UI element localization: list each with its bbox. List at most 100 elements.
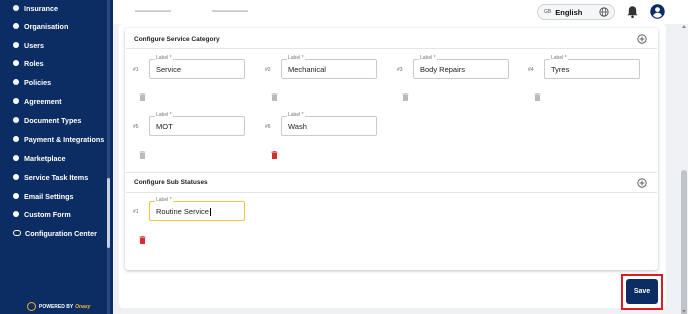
dot-icon [13,155,19,161]
sidebar-item-label: Marketplace [24,153,66,163]
field-label: Label * [155,112,173,118]
delete-category-icon[interactable] [271,151,278,159]
sidebar-item-policies[interactable]: Policies [0,74,107,90]
field-value: Tyres [551,65,570,74]
sidebar-item-email-settings[interactable]: Email Settings [0,188,107,204]
sub-status-label-field[interactable]: Label * Routine Service [149,197,245,221]
sidebar-item-label: Organisation [24,21,69,31]
language-selector[interactable]: GB English [537,4,615,20]
section-divider [126,192,657,193]
sub-status-index: #1 [133,209,139,215]
category-index: #2 [265,67,271,73]
dot-icon [13,136,19,142]
dot-icon [13,211,19,217]
scroll-down-arrow-icon[interactable] [682,310,686,313]
sidebar-item-insurance[interactable]: Insurance [0,0,107,16]
sidebar-item-label: Service Task Items [24,172,89,182]
category-index: #1 [133,67,139,73]
category-index: #5 [133,124,139,130]
globe-icon [599,7,609,17]
field-value: Body Repairs [420,65,466,74]
field-label: Label * [155,55,173,61]
dot-icon [13,98,19,104]
dot-icon [13,60,19,66]
faded-header-right: ▬▬▬▬▬▬ [212,8,248,14]
sidebar-item-payment-integrations[interactable]: Payment & Integrations [0,131,107,147]
sidebar-scrollbar-track[interactable] [107,0,110,314]
sidebar-item-label: Payment & Integrations [24,134,105,144]
category-label-field[interactable]: Label * Body Repairs [413,55,509,79]
sidebar-item-label: Custom Form [24,209,71,219]
delete-category-icon[interactable] [139,93,146,101]
faded-header-left: ▬▬▬▬▬▬ [135,8,171,14]
delete-category-icon[interactable] [271,93,278,101]
sidebar-item-label: Configuration Center [25,228,97,238]
sidebar-scrollbar-thumb[interactable] [107,178,110,248]
field-value: Service [156,65,182,74]
field-value: Wash [288,122,307,131]
sidebar-item-document-types[interactable]: Document Types [0,112,107,128]
sidebar-item-label: Document Types [24,115,82,125]
field-label: Label * [419,55,437,61]
dot-icon [13,174,19,180]
sidebar-item-users[interactable]: Users [0,37,107,53]
sidebar-item-custom-form[interactable]: Custom Form [0,206,107,222]
user-account-icon[interactable] [650,4,665,19]
sidebar-item-roles[interactable]: Roles [0,55,107,71]
sidebar-item-organisation[interactable]: Organisation [0,18,107,34]
main-scrollbar-thumb[interactable] [681,170,687,314]
delete-sub-status-icon[interactable] [139,236,146,244]
field-label: Label * [287,55,305,61]
toggle-icon [13,230,21,236]
field-value: Mechanical [288,65,326,74]
sidebar: Insurance Organisation Users Roles Polic… [0,0,113,314]
category-label-field[interactable]: Label * Tyres [544,55,640,79]
dot-icon [13,42,19,48]
notification-bell-icon[interactable] [626,5,639,19]
sidebar-item-label: Insurance [24,3,58,13]
sidebar-item-service-task-items[interactable]: Service Task Items [0,169,107,185]
sidebar-item-agreement[interactable]: Agreement [0,93,107,109]
main-scrollbar[interactable] [680,24,688,314]
category-index: #3 [397,67,403,73]
category-label-field[interactable]: Label * Service [149,55,245,79]
section-divider [126,48,657,49]
scroll-up-arrow-icon[interactable] [682,25,686,28]
dot-icon [13,5,19,11]
text-cursor [209,208,211,217]
sidebar-item-label: Policies [24,77,52,87]
field-value: MOT [156,122,173,131]
sidebar-item-label: Agreement [24,96,62,106]
delete-category-icon[interactable] [534,93,541,101]
add-service-category-icon[interactable] [637,34,647,44]
add-sub-status-icon[interactable] [637,178,647,188]
category-index: #6 [265,124,271,130]
language-code: GB [544,9,552,15]
dot-icon [13,23,19,29]
sidebar-item-marketplace[interactable]: Marketplace [0,150,107,166]
save-button[interactable]: Save [626,279,658,304]
category-label-field[interactable]: Label * Wash [281,112,377,136]
powered-by-text: POWERED BY [39,303,74,310]
category-index: #4 [528,67,534,73]
sidebar-item-label: Users [24,40,44,50]
dot-icon [13,79,19,85]
category-label-field[interactable]: Label * MOT [149,112,245,136]
sidebar-item-configuration-center[interactable]: Configuration Center [0,225,107,241]
dot-icon [13,117,19,123]
service-category-title: Configure Service Category [134,36,220,43]
sidebar-item-label: Roles [24,58,44,68]
field-label: Label * [155,197,173,203]
powered-by-footer: POWERED BY Onaxy [27,302,90,311]
field-label: Label * [287,112,305,118]
section-divider [126,172,657,173]
dot-icon [13,193,19,199]
language-name: English [555,7,583,17]
delete-category-icon[interactable] [139,151,146,159]
sub-statuses-title: Configure Sub Statuses [134,179,208,186]
brand-logo-icon [27,302,36,311]
delete-category-icon[interactable] [402,93,409,101]
category-label-field[interactable]: Label * Mechanical [281,55,377,79]
field-label: Label * [550,55,568,61]
field-value: Routine Service [156,207,211,217]
